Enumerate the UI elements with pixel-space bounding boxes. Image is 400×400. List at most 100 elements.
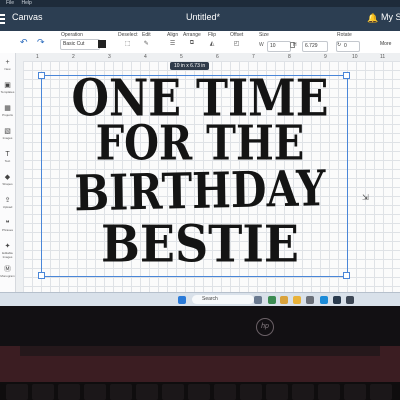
keyboard-key xyxy=(240,384,262,400)
hamburger-icon[interactable] xyxy=(0,12,6,26)
title-bar: Canvas Untitled* 🔔 My St xyxy=(0,7,400,31)
offset-icon: ◰ xyxy=(233,41,240,47)
deselect-label: Deselect xyxy=(118,32,138,38)
sidebar-item-label: New xyxy=(4,67,11,71)
edit-image-icon: ✦ xyxy=(4,243,11,250)
os-menubar: File Help xyxy=(0,0,400,7)
offset-button[interactable]: Offset ◰ xyxy=(230,32,243,47)
rotate-icon: ↻ xyxy=(337,42,342,48)
sidebar-item-label: Phrases xyxy=(1,228,13,232)
sidebar-item-label: Images xyxy=(2,136,13,140)
edit-button[interactable]: Edit ✎ xyxy=(142,32,151,47)
windows-start-icon[interactable] xyxy=(178,296,186,304)
keyboard-key xyxy=(58,384,80,400)
cricut-app-icon[interactable] xyxy=(346,296,354,304)
ruler-mark: 7 xyxy=(252,54,255,60)
undo-icon[interactable]: ↶ xyxy=(20,37,28,48)
design-text-group[interactable]: ONE TIME FOR THE BIRTHDAY BESTIE xyxy=(40,70,360,287)
flip-icon: ◭ xyxy=(209,41,215,47)
sidebar-item-editable-images[interactable]: ✦ Editable Images xyxy=(0,243,15,259)
ruler-mark: 8 xyxy=(288,54,291,60)
file-explorer-icon[interactable] xyxy=(280,296,288,304)
keyboard-key xyxy=(6,384,28,400)
ruler-mark: 4 xyxy=(144,54,147,60)
ruler-mark: 3 xyxy=(108,54,111,60)
keyboard-key xyxy=(110,384,132,400)
monogram-icon: Ⓜ xyxy=(4,266,11,273)
ruler-mark: 1 xyxy=(36,54,39,60)
keyboard-key xyxy=(32,384,54,400)
menu-help[interactable]: Help xyxy=(21,0,31,6)
shapes-icon: ◆ xyxy=(4,174,11,181)
taskbar-search[interactable]: Search xyxy=(192,295,254,304)
sidebar-item-label: Monogram xyxy=(0,274,15,278)
sidebar-item-phrases[interactable]: ❝ Phrases xyxy=(0,220,15,232)
left-sidebar: + New ▣ Templates ▦ Projects ▧ Images T Text … xyxy=(0,53,16,292)
menu-file[interactable]: File xyxy=(6,0,14,6)
task-view-icon[interactable] xyxy=(254,296,262,304)
ruler-mark: 9 xyxy=(324,54,327,60)
shirt-icon: ▣ xyxy=(4,82,11,89)
ruler-mark: 6 xyxy=(216,54,219,60)
keyboard-key xyxy=(188,384,210,400)
keyboard-key xyxy=(292,384,314,400)
upload-icon: ⇪ xyxy=(4,197,11,204)
keyboard-key xyxy=(318,384,340,400)
sidebar-item-label: Templates xyxy=(0,90,15,94)
edit-label: Edit xyxy=(142,32,151,38)
keyboard-key xyxy=(84,384,106,400)
app-title: Canvas xyxy=(12,12,43,22)
align-button[interactable]: Align ☰ xyxy=(167,32,178,47)
text-icon: T xyxy=(5,151,10,158)
store-icon[interactable] xyxy=(333,296,341,304)
folder-icon[interactable] xyxy=(293,296,301,304)
rotate-label: Rotate xyxy=(337,32,352,38)
flip-label: Flip xyxy=(208,32,217,38)
design-line: BESTIE xyxy=(101,214,299,274)
laptop-screen: File Help Canvas Untitled* 🔔 My St ↶ ↷ O… xyxy=(0,0,400,292)
quote-icon: ❝ xyxy=(5,220,10,227)
align-label: Align xyxy=(167,32,179,38)
width-field[interactable]: 10 xyxy=(267,41,291,52)
arrange-button[interactable]: Arrange ⧉ xyxy=(183,32,201,47)
align-icon: ☰ xyxy=(169,41,176,47)
sidebar-item-text[interactable]: T Text xyxy=(0,151,15,163)
size-label: Size xyxy=(259,32,269,38)
keyboard-key xyxy=(370,384,392,400)
sidebar-item-images[interactable]: ▧ Images xyxy=(0,128,15,140)
operation-select[interactable]: Basic Cut xyxy=(60,39,100,50)
account-menu[interactable]: My St xyxy=(381,12,400,22)
bell-icon[interactable]: 🔔 xyxy=(367,13,378,24)
mouse-cursor: ⇲ xyxy=(362,193,369,202)
laptop-hinge xyxy=(20,346,380,356)
color-swatch[interactable] xyxy=(98,40,106,48)
keyboard-key xyxy=(266,384,288,400)
keyboard-key xyxy=(214,384,236,400)
grid-icon: ▦ xyxy=(4,105,11,112)
edge-browser-icon[interactable] xyxy=(320,296,328,304)
deselect-icon: ⬚ xyxy=(124,41,131,47)
sidebar-item-projects[interactable]: ▦ Projects xyxy=(0,105,15,117)
ruler-mark: 5 xyxy=(180,54,183,60)
widgets-icon[interactable] xyxy=(268,296,276,304)
sidebar-item-upload[interactable]: ⇪ Upload xyxy=(0,197,15,209)
arrange-icon: ⧉ xyxy=(189,40,195,46)
sidebar-item-label: Text xyxy=(4,159,11,163)
keyboard-key xyxy=(344,384,366,400)
redo-icon[interactable]: ↷ xyxy=(37,37,45,48)
deselect-button[interactable]: Deselect ⬚ xyxy=(118,32,137,47)
height-field[interactable]: 6.729 xyxy=(302,41,328,52)
toolbar: ↶ ↷ Operation Basic Cut Deselect ⬚ Edit … xyxy=(0,31,400,54)
hp-logo: hp xyxy=(256,318,274,336)
sidebar-item-new[interactable]: + New xyxy=(0,59,15,71)
sidebar-item-templates[interactable]: ▣ Templates xyxy=(0,82,15,94)
photo-body: File Help Canvas Untitled* 🔔 My St ↶ ↷ O… xyxy=(0,0,400,400)
pen-icon: ✎ xyxy=(143,41,149,47)
flip-button[interactable]: Flip ◭ xyxy=(208,32,216,47)
sidebar-item-label: Upload xyxy=(2,205,13,209)
more-button[interactable]: More xyxy=(380,41,391,47)
mail-icon[interactable] xyxy=(306,296,314,304)
sidebar-item-shapes[interactable]: ◆ Shapes xyxy=(0,174,15,186)
sidebar-item-monogram[interactable]: Ⓜ Monogram xyxy=(0,266,15,278)
sidebar-item-label: Editable Images xyxy=(2,251,13,259)
